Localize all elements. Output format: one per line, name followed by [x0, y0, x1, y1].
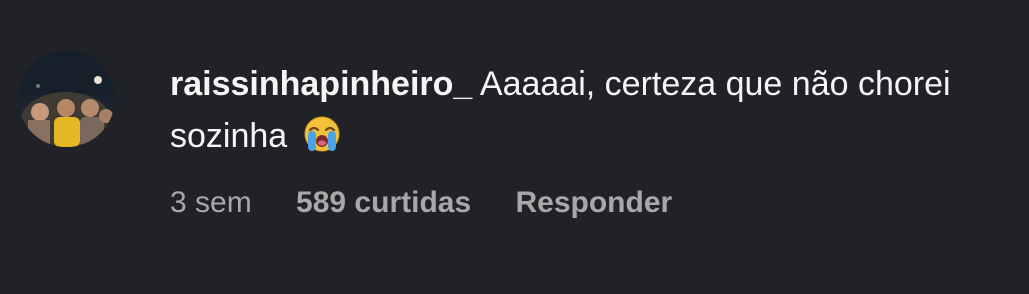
comment-text-block: raissinhapinheiro_ Aaaaai, certeza que n…	[170, 58, 990, 168]
avatar-photo	[18, 50, 115, 147]
comment-timestamp[interactable]: 3 sem	[170, 186, 252, 220]
comment-likes-count[interactable]: 589 curtidas	[296, 186, 471, 220]
avatar[interactable]	[18, 50, 115, 147]
comment-body: raissinhapinheiro_ Aaaaai, certeza que n…	[170, 58, 990, 220]
reply-button[interactable]: Responder	[515, 186, 672, 220]
loudly-crying-face-icon	[303, 115, 341, 168]
comment-meta: 3 sem 589 curtidas Responder	[170, 186, 990, 220]
comment-username[interactable]: raissinhapinheiro_	[170, 65, 472, 103]
